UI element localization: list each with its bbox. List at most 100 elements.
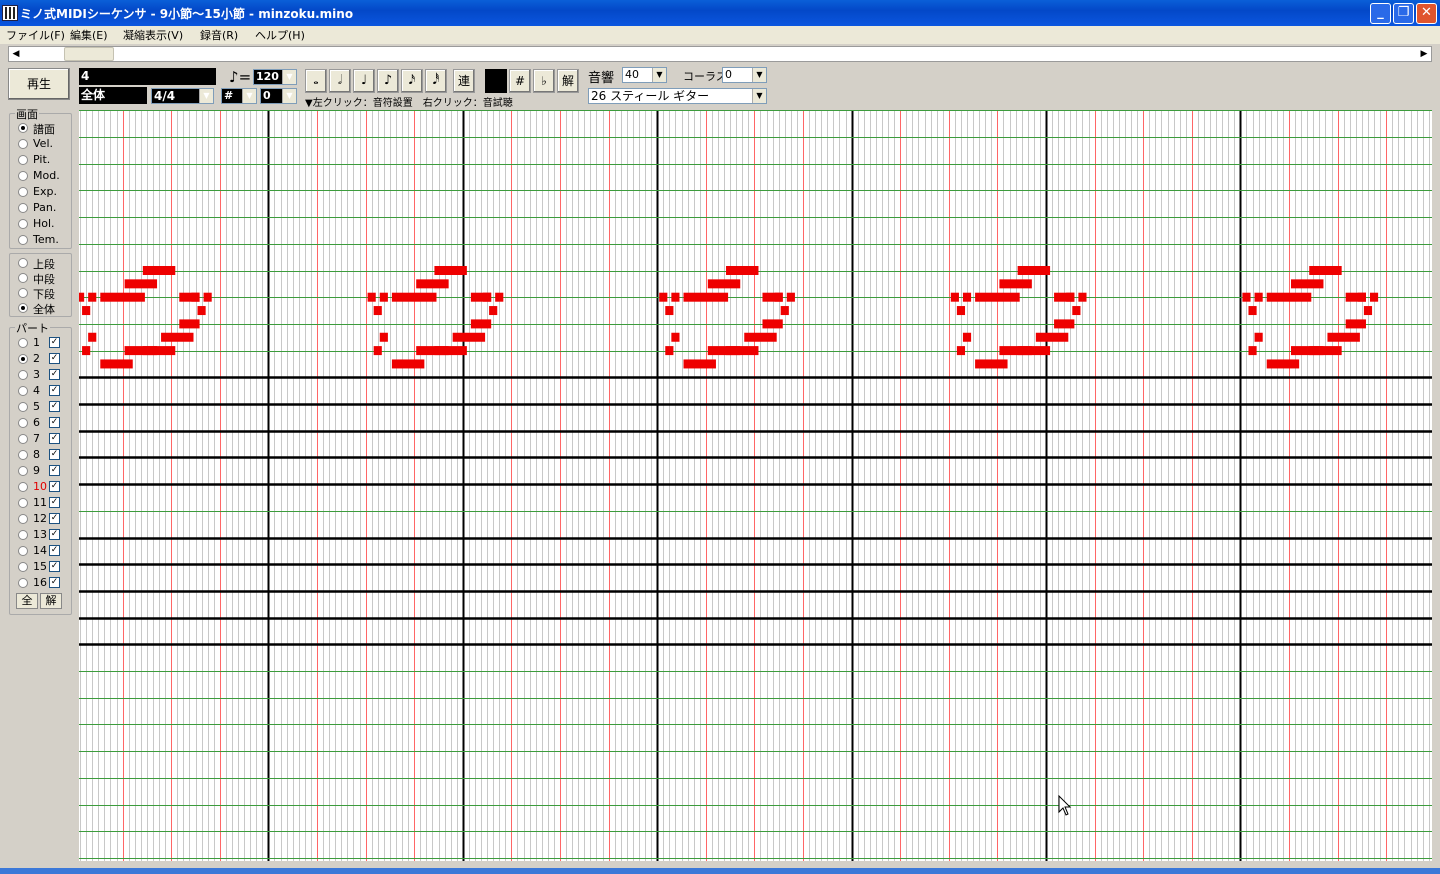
sixteenth-note-button[interactable]: 𝅘𝅥𝅯 (401, 69, 423, 93)
instrument-select[interactable]: 26 スティール ギター ▼ (588, 88, 767, 104)
part-radio[interactable] (18, 450, 28, 460)
menu-help[interactable]: ヘルプ(H) (255, 27, 305, 43)
part-visible-checkbox[interactable]: ✓ (49, 513, 60, 524)
staff-radio[interactable] (18, 288, 28, 298)
part-visible-checkbox[interactable]: ✓ (49, 465, 60, 476)
time-signature-select[interactable]: 4/4 ▼ (151, 88, 214, 104)
whole-note-button[interactable]: 𝅝 (305, 69, 327, 93)
menu-edit[interactable]: 編集(E) (70, 27, 108, 43)
scroll-thumb[interactable] (64, 47, 114, 61)
natural-button[interactable]: 解 (557, 69, 579, 93)
note (1054, 319, 1075, 329)
part-visible-checkbox[interactable]: ✓ (49, 529, 60, 540)
part-radio[interactable] (18, 402, 28, 412)
range-field[interactable]: 全体 (79, 87, 147, 104)
part-visible-checkbox[interactable]: ✓ (49, 449, 60, 460)
taskbar-strip (0, 868, 1440, 874)
note (88, 332, 97, 342)
part-visible-checkbox[interactable]: ✓ (49, 337, 60, 348)
select-all-parts-button[interactable]: 全 (16, 593, 38, 609)
screen-mode-radio[interactable] (18, 235, 28, 245)
close-button[interactable]: ✕ (1416, 3, 1437, 24)
note (161, 332, 194, 342)
horizontal-scrollbar[interactable]: ◀ ▶ (8, 46, 1432, 62)
chorus-select[interactable]: 0 ▼ (722, 67, 767, 83)
key-value: 0 (263, 89, 271, 102)
part-radio[interactable] (18, 562, 28, 572)
screen-mode-radio[interactable] (18, 139, 28, 149)
tempo-value: 120 (256, 70, 279, 83)
clear-parts-button[interactable]: 解 (40, 593, 62, 609)
menu-file[interactable]: ファイル(F) (6, 27, 65, 43)
part-visible-checkbox[interactable]: ✓ (49, 353, 60, 364)
eighth-note-button[interactable]: ♪ (377, 69, 399, 93)
part-visible-checkbox[interactable]: ✓ (49, 433, 60, 444)
color-swatch[interactable] (485, 69, 507, 93)
menu-record[interactable]: 録音(R) (200, 27, 238, 43)
part-visible-checkbox[interactable]: ✓ (49, 417, 60, 428)
thirtysecond-note-button[interactable]: 𝅘𝅥𝅰 (425, 69, 447, 93)
dropdown-arrow-icon[interactable]: ▼ (199, 89, 213, 103)
menu-view[interactable]: 凝縮表示(V) (123, 27, 183, 43)
sharp-button[interactable]: # (509, 69, 531, 93)
part-visible-checkbox[interactable]: ✓ (49, 545, 60, 556)
tuplet-button[interactable]: 連 (453, 69, 475, 93)
screen-mode-radio[interactable] (18, 187, 28, 197)
minimize-button[interactable]: _ (1370, 3, 1391, 24)
dropdown-arrow-icon[interactable]: ▼ (652, 68, 666, 82)
part-radio[interactable] (18, 498, 28, 508)
note (100, 359, 133, 369)
part-radio[interactable] (18, 482, 28, 492)
part-radio[interactable] (18, 370, 28, 380)
part-label: 12 (33, 512, 47, 525)
part-visible-checkbox[interactable]: ✓ (49, 577, 60, 588)
part-radio[interactable] (18, 578, 28, 588)
part-visible-checkbox[interactable]: ✓ (49, 401, 60, 412)
restore-button[interactable]: ❐ (1393, 3, 1414, 24)
tempo-select[interactable]: 120 ▼ (253, 69, 297, 85)
dropdown-arrow-icon[interactable]: ▼ (242, 89, 256, 103)
part-caption: パート (15, 320, 50, 336)
note (786, 292, 795, 302)
part-visible-checkbox[interactable]: ✓ (49, 561, 60, 572)
part-radio[interactable] (18, 530, 28, 540)
key-value-select[interactable]: 0 ▼ (260, 88, 297, 104)
part-radio[interactable] (18, 434, 28, 444)
key-accidental-select[interactable]: # ▼ (221, 88, 257, 104)
scroll-right-icon[interactable]: ▶ (1417, 47, 1431, 61)
flat-button[interactable]: ♭ (533, 69, 555, 93)
part-radio[interactable] (18, 338, 28, 348)
piano-roll-score[interactable] (79, 110, 1432, 861)
part-visible-checkbox[interactable]: ✓ (49, 385, 60, 396)
staff-radio[interactable] (18, 258, 28, 268)
part-visible-checkbox[interactable]: ✓ (49, 497, 60, 508)
part-radio[interactable] (18, 546, 28, 556)
half-note-button[interactable]: 𝅗𝅥 (329, 69, 351, 93)
screen-mode-radio[interactable] (18, 219, 28, 229)
part-visible-checkbox[interactable]: ✓ (49, 369, 60, 380)
measure-field[interactable]: 4 (79, 68, 216, 85)
quarter-note-button[interactable]: ♩ (353, 69, 375, 93)
scroll-left-icon[interactable]: ◀ (9, 47, 23, 61)
staff-radio[interactable] (18, 273, 28, 283)
dropdown-arrow-icon[interactable]: ▼ (282, 89, 296, 103)
part-visible-checkbox[interactable]: ✓ (49, 481, 60, 492)
reverb-select[interactable]: 40 ▼ (622, 67, 667, 83)
staff-radio[interactable] (18, 303, 28, 313)
part-radio[interactable] (18, 514, 28, 524)
part-radio[interactable] (18, 386, 28, 396)
note (142, 266, 176, 275)
screen-mode-radio[interactable] (18, 171, 28, 181)
screen-mode-radio[interactable] (18, 203, 28, 213)
play-button[interactable]: 再生 (8, 68, 70, 100)
part-radio[interactable] (18, 354, 28, 364)
dropdown-arrow-icon[interactable]: ▼ (282, 70, 296, 84)
dropdown-arrow-icon[interactable]: ▼ (752, 68, 766, 82)
note (1254, 332, 1263, 342)
part-radio[interactable] (18, 418, 28, 428)
screen-mode-radio[interactable] (18, 155, 28, 165)
screen-mode-radio[interactable] (18, 123, 28, 133)
part-radio[interactable] (18, 466, 28, 476)
score-grid[interactable] (79, 110, 1432, 861)
dropdown-arrow-icon[interactable]: ▼ (752, 89, 766, 103)
